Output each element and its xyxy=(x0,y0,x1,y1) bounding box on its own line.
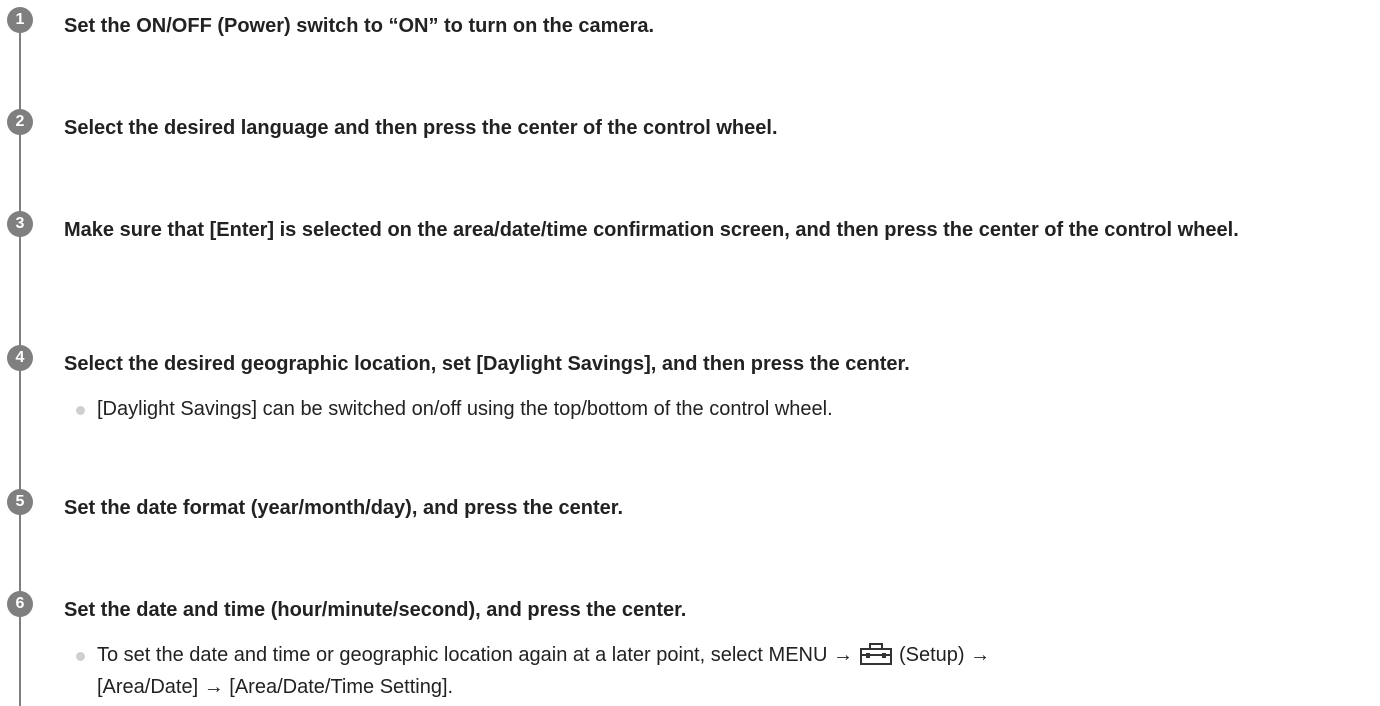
bullet-icon xyxy=(76,652,85,661)
toolbox-icon xyxy=(859,643,892,665)
note-text-line-2: [Area/Date] → [Area/Date/Time Setting]. xyxy=(97,676,454,698)
step-number-badge: 5 xyxy=(7,489,33,515)
step-instruction: Set the date format (year/month/day), an… xyxy=(64,497,624,519)
note-text-before-icon: To set the date and time or geographic l… xyxy=(97,644,853,666)
step-number-badge: 6 xyxy=(7,591,33,617)
note-text-after-icon: (Setup) → xyxy=(898,644,991,666)
bullet-icon xyxy=(76,406,85,415)
step-number-badge: 4 xyxy=(7,345,33,371)
step-instruction: Select the desired geographic location, … xyxy=(64,353,910,375)
step-note: [Daylight Savings] can be switched on/of… xyxy=(64,393,1364,425)
step-number-badge: 1 xyxy=(7,7,33,33)
step-instruction: Set the date and time (hour/minute/secon… xyxy=(64,599,687,621)
step-instruction: Select the desired language and then pre… xyxy=(64,117,778,139)
note-text-line-1: To set the date and time or geographic l… xyxy=(97,639,990,671)
note-text: [Daylight Savings] can be switched on/of… xyxy=(97,398,833,420)
step-note: To set the date and time or geographic l… xyxy=(64,639,1364,703)
step-instruction: Make sure that [Enter] is selected on th… xyxy=(64,219,1239,241)
step-number-badge: 2 xyxy=(7,109,33,135)
step-number-badge: 3 xyxy=(7,211,33,237)
step-instruction: Set the ON/OFF (Power) switch to “ON” to… xyxy=(64,15,655,37)
